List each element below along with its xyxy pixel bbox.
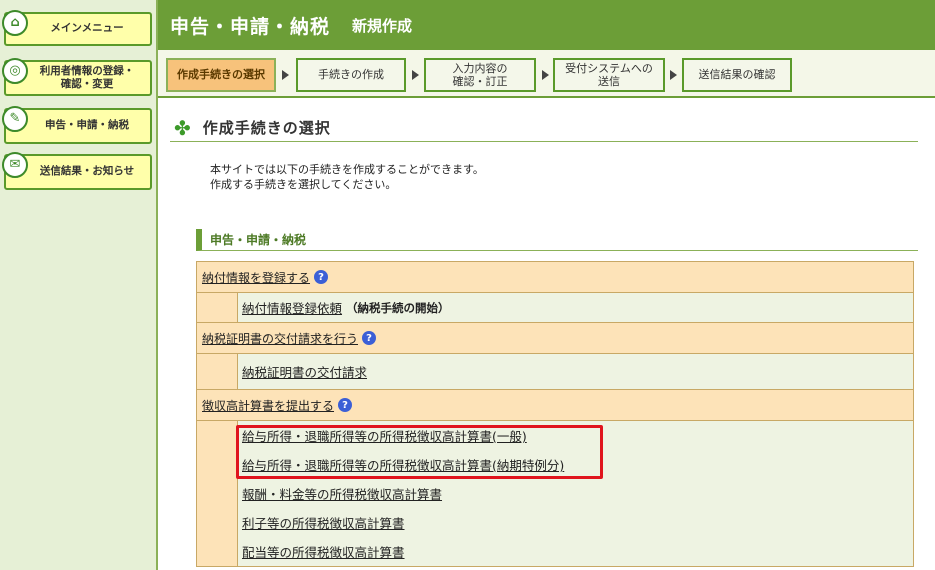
step-confirm-correct: 入力内容の 確認・訂正 [424, 58, 536, 92]
category-heading: 申告・申請・納税 [196, 229, 918, 251]
section-heading: ✤ 作成手続きの選択 [170, 114, 918, 142]
page-title: 申告・申請・納税 [170, 15, 331, 38]
sidebar-item-label: 申告・申請・納税 [45, 119, 129, 132]
sidebar-item-label: 送信結果・お知らせ [39, 165, 135, 178]
sidebar-item-user-info[interactable]: ◎ 利用者情報の登録・ 確認・変更 [2, 58, 152, 96]
group-gutter [197, 421, 238, 566]
procedure-link[interactable]: 利子等の所得税徴収高計算書 [242, 513, 405, 532]
list-item: 配当等の所得税徴収高計算書 [238, 537, 913, 566]
group-title-link[interactable]: 納税証明書の交付請求を行う [202, 330, 358, 347]
list-item: 報酬・料金等の所得税徴収高計算書 [238, 479, 913, 508]
sidebar: ⌂ メインメニュー ◎ 利用者情報の登録・ 確認・変更 ✎ 申告・申請・納税 ✉… [0, 0, 158, 570]
group-body-certificate: 納税証明書の交付請求 [197, 354, 913, 390]
procedure-link[interactable]: 納税証明書の交付請求 [242, 362, 367, 381]
step-send: 受付システムへの 送信 [553, 58, 665, 92]
group-title-link[interactable]: 徴収高計算書を提出する [202, 397, 334, 414]
procedure-link[interactable]: 給与所得・退職所得等の所得税徴収高計算書(一般) [242, 426, 527, 445]
procedure-link[interactable]: 納付情報登録依頼 [242, 298, 342, 317]
group-gutter [197, 293, 238, 322]
group-items: 納税証明書の交付請求 [238, 354, 913, 389]
group-items: 給与所得・退職所得等の所得税徴収高計算書(一般) 給与所得・退職所得等の所得税徴… [238, 421, 913, 566]
help-icon[interactable]: ? [338, 398, 353, 412]
intro-text: 本サイトでは以下の手続きを作成することができます。 作成する手続きを選択してくだ… [210, 162, 484, 192]
group-body-payment: 納付情報登録依頼 （納税手続の開始） [197, 293, 913, 323]
user-settings-icon: ◎ [2, 58, 28, 84]
sidebar-item-label: 利用者情報の登録・ 確認・変更 [39, 64, 135, 90]
procedure-link[interactable]: 配当等の所得税徴収高計算書 [242, 542, 405, 561]
arrow-right-icon [542, 70, 549, 80]
home-icon: ⌂ [2, 10, 28, 36]
group-gutter [197, 354, 238, 389]
help-icon[interactable]: ? [362, 331, 377, 345]
sidebar-item-declaration[interactable]: ✎ 申告・申請・納税 [2, 106, 152, 144]
list-item: 給与所得・退職所得等の所得税徴収高計算書(一般) [238, 421, 913, 450]
list-item: 納付情報登録依頼 （納税手続の開始） [238, 293, 913, 322]
procedure-link[interactable]: 給与所得・退職所得等の所得税徴収高計算書(納期特例分) [242, 455, 564, 474]
sidebar-item-main-menu[interactable]: ⌂ メインメニュー [2, 10, 152, 46]
page-header: 申告・申請・納税 新規作成 [158, 0, 935, 50]
arrow-right-icon [282, 70, 289, 80]
procedure-note: （納税手続の開始） [346, 300, 450, 315]
group-header-certificate: 納税証明書の交付請求を行う ? [197, 323, 913, 354]
step-bar: 作成手続きの選択 手続きの作成 入力内容の 確認・訂正 受付システムへの 送信 … [158, 50, 935, 98]
procedure-table: 納付情報を登録する ? 納付情報登録依頼 （納税手続の開始） 納税証明書の交付請… [196, 261, 914, 567]
help-icon[interactable]: ? [314, 270, 329, 284]
clover-icon: ✤ [174, 115, 191, 140]
mail-icon: ✉ [2, 152, 28, 178]
group-body-withholding: 給与所得・退職所得等の所得税徴収高計算書(一般) 給与所得・退職所得等の所得税徴… [197, 421, 913, 566]
group-header-payment: 納付情報を登録する ? [197, 262, 913, 293]
intro-line-2: 作成する手続きを選択してください。 [210, 178, 397, 191]
list-item: 利子等の所得税徴収高計算書 [238, 508, 913, 537]
procedure-link[interactable]: 報酬・料金等の所得税徴収高計算書 [242, 484, 442, 503]
group-items: 納付情報登録依頼 （納税手続の開始） [238, 293, 913, 322]
sidebar-item-label: メインメニュー [50, 22, 124, 35]
section-title: 作成手続きの選択 [202, 119, 331, 137]
intro-line-1: 本サイトでは以下の手続きを作成することができます。 [210, 163, 484, 176]
sidebar-item-results[interactable]: ✉ 送信結果・お知らせ [2, 152, 152, 190]
list-item: 給与所得・退職所得等の所得税徴収高計算書(納期特例分) [238, 450, 913, 479]
step-create-procedure: 手続きの作成 [296, 58, 406, 92]
document-icon: ✎ [2, 106, 28, 132]
step-select-procedure: 作成手続きの選択 [166, 58, 276, 92]
step-result: 送信結果の確認 [682, 58, 792, 92]
arrow-right-icon [412, 70, 419, 80]
list-item: 納税証明書の交付請求 [238, 354, 913, 389]
group-title-link[interactable]: 納付情報を登録する [202, 269, 310, 286]
arrow-right-icon [670, 70, 677, 80]
group-header-withholding: 徴収高計算書を提出する ? [197, 390, 913, 421]
page-subtitle: 新規作成 [352, 16, 413, 35]
